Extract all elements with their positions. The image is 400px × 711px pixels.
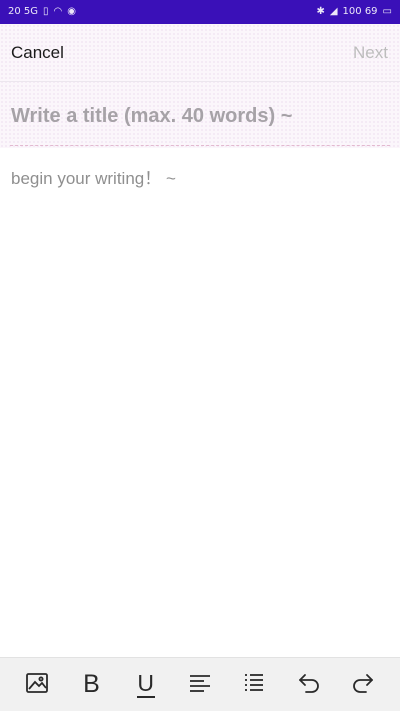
- underline-glyph: U: [137, 669, 155, 696]
- title-input[interactable]: [11, 100, 389, 132]
- underline-button[interactable]: U: [126, 665, 166, 705]
- undo-icon: [296, 670, 322, 699]
- underline-icon: U: [136, 669, 155, 698]
- sim-icon: ▯: [43, 6, 49, 17]
- header-bar: Cancel Next: [0, 24, 400, 82]
- redo-button[interactable]: [343, 665, 383, 705]
- numbered-list-button[interactable]: [234, 665, 274, 705]
- notification-icon: ◉: [67, 6, 76, 17]
- numbered-list-icon: [241, 670, 267, 699]
- signal-icon: ◢: [329, 6, 338, 17]
- bluetooth-icon: ✱: [316, 6, 325, 17]
- align-left-icon: [187, 670, 213, 699]
- insert-image-button[interactable]: [17, 665, 57, 705]
- align-left-button[interactable]: [180, 665, 220, 705]
- cancel-button[interactable]: Cancel: [11, 43, 64, 63]
- redo-icon: [350, 670, 376, 699]
- title-divider: [10, 145, 390, 146]
- status-bar-left-text: 20 5G: [8, 6, 39, 17]
- body-editor[interactable]: [11, 166, 389, 636]
- status-bar-right-text: 100 69: [342, 6, 378, 17]
- wifi-icon: ◠: [53, 6, 63, 17]
- undo-button[interactable]: [289, 665, 329, 705]
- image-icon: [24, 670, 50, 699]
- next-button[interactable]: Next: [353, 43, 388, 63]
- status-bar-left: 20 5G ▯ ◠ ◉: [8, 7, 76, 17]
- bold-button[interactable]: B: [71, 665, 111, 705]
- underline-bar: [136, 695, 155, 698]
- editor-screen: 20 5G ▯ ◠ ◉ ✱ ◢ 100 69 ▭ Cancel Next Wri…: [0, 0, 400, 711]
- bold-icon: B: [83, 670, 100, 698]
- battery-icon: ▭: [382, 6, 392, 17]
- status-bar: 20 5G ▯ ◠ ◉ ✱ ◢ 100 69 ▭: [0, 0, 400, 24]
- title-area: Cancel Next: [0, 24, 400, 148]
- status-bar-right: ✱ ◢ 100 69 ▭: [316, 7, 392, 17]
- formatting-toolbar: B U: [0, 657, 400, 711]
